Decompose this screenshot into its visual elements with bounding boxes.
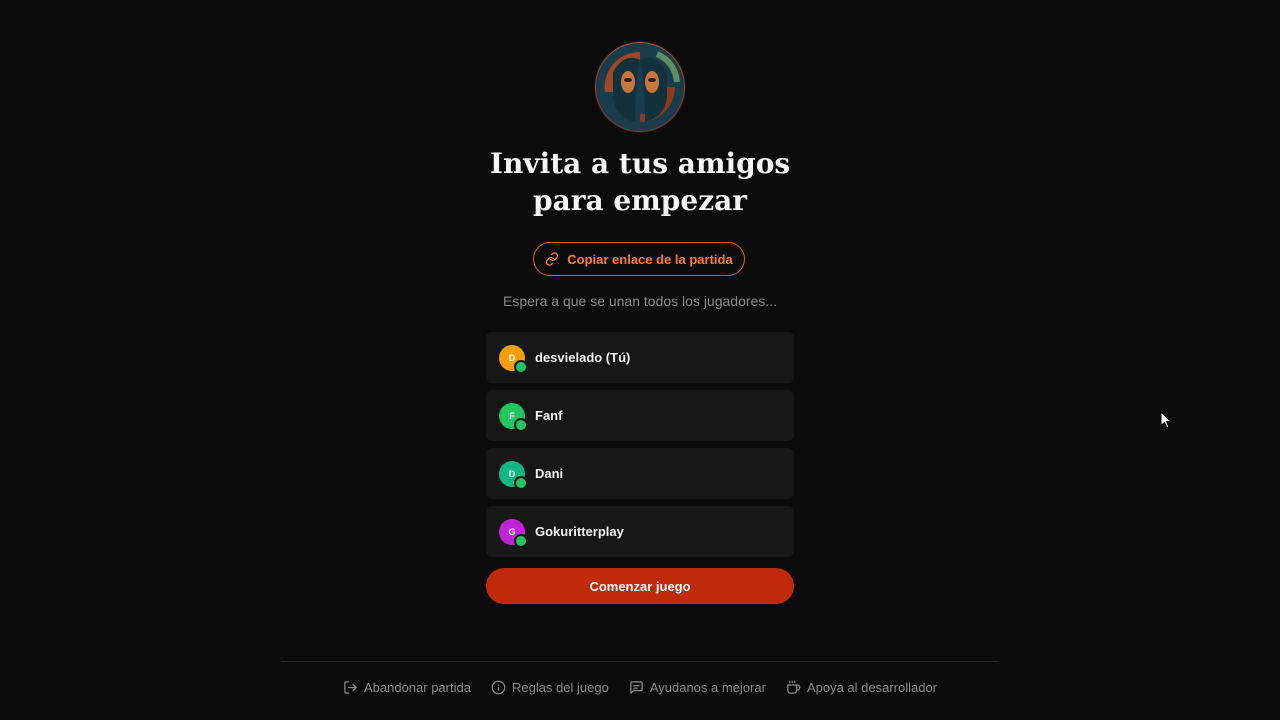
player-name: Gokuritterplay (535, 524, 624, 539)
two-faces-illustration (596, 43, 684, 131)
mouse-cursor-icon (1160, 411, 1172, 429)
lobby-screen: Invita a tus amigos para empezar Copiar … (0, 0, 1280, 720)
list-item: G Gokuritterplay (486, 506, 794, 557)
support-link[interactable]: Apoya al desarrollador (786, 680, 937, 695)
avatar: G (499, 518, 528, 548)
online-status-dot (514, 359, 528, 374)
player-name: desvielado (Tú) (535, 350, 631, 365)
rules-label: Reglas del juego (511, 680, 609, 695)
player-name: Fanf (535, 408, 563, 423)
avatar-initial: G (508, 526, 516, 537)
feedback-label: Ayudanos a mejorar (649, 680, 766, 695)
footer-divider (281, 661, 998, 662)
game-logo (595, 42, 685, 132)
avatar-initial: D (508, 468, 516, 479)
link-icon (546, 252, 559, 266)
list-item: F Fanf (486, 390, 794, 441)
title-line-2: para empezar (533, 184, 747, 217)
player-list: D desvielado (Tú) F Fanf D Dani G Gokuri… (486, 332, 794, 564)
feedback-link[interactable]: Ayudanos a mejorar (629, 680, 766, 695)
coffee-icon (787, 680, 801, 694)
footer-links: Abandonar partida Reglas del juego Ayuda… (0, 680, 1280, 695)
avatar-initial: D (508, 352, 516, 363)
rules-link[interactable]: Reglas del juego (491, 680, 609, 695)
online-status-dot (514, 475, 528, 490)
copy-link-label: Copiar enlace de la partida (567, 251, 733, 267)
exit-icon (344, 681, 357, 694)
avatar: F (499, 402, 528, 432)
online-status-dot (514, 533, 528, 548)
list-item: D Dani (486, 448, 794, 499)
leave-game-label: Abandonar partida (363, 680, 471, 695)
waiting-message: Espera a que se unan todos los jugadores… (503, 293, 777, 309)
online-status-dot (514, 417, 528, 432)
title-line-1: Invita a tus amigos (489, 147, 791, 180)
start-game-button[interactable]: Comenzar juego (486, 568, 794, 604)
page-title: Invita a tus amigos para empezar (440, 145, 840, 219)
leave-game-link[interactable]: Abandonar partida (343, 680, 471, 695)
support-label: Apoya al desarrollador (806, 680, 938, 695)
list-item: D desvielado (Tú) (486, 332, 794, 383)
message-icon (630, 681, 643, 694)
avatar-initial: F (509, 410, 515, 421)
info-icon (491, 680, 506, 695)
avatar: D (499, 460, 528, 490)
copy-link-button[interactable]: Copiar enlace de la partida (533, 242, 745, 276)
player-name: Dani (535, 466, 564, 481)
avatar: D (499, 344, 528, 374)
